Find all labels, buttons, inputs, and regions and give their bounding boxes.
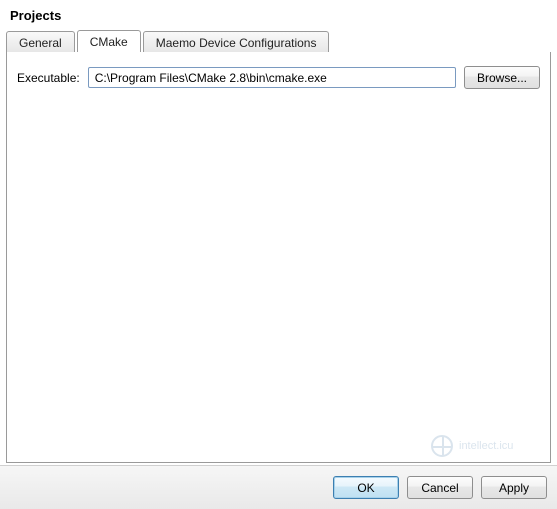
tab-content: Executable: Browse...: [6, 52, 551, 463]
tab-strip: General CMake Maemo Device Configuration…: [6, 29, 551, 53]
browse-button[interactable]: Browse...: [464, 66, 540, 89]
page-title: Projects: [0, 0, 557, 29]
apply-button[interactable]: Apply: [481, 476, 547, 499]
executable-row: Executable: Browse...: [17, 66, 540, 89]
tab-maemo[interactable]: Maemo Device Configurations: [143, 31, 330, 53]
tab-cmake-label: CMake: [90, 35, 128, 49]
tab-general-label: General: [19, 36, 62, 50]
executable-input[interactable]: [88, 67, 456, 88]
cancel-button[interactable]: Cancel: [407, 476, 473, 499]
executable-label: Executable:: [17, 71, 80, 85]
tab-general[interactable]: General: [6, 31, 75, 53]
button-bar: OK Cancel Apply: [0, 465, 557, 509]
projects-dialog: Projects General CMake Maemo Device Conf…: [0, 0, 557, 509]
tab-cmake[interactable]: CMake: [77, 30, 141, 53]
ok-button[interactable]: OK: [333, 476, 399, 499]
tab-maemo-label: Maemo Device Configurations: [156, 36, 317, 50]
